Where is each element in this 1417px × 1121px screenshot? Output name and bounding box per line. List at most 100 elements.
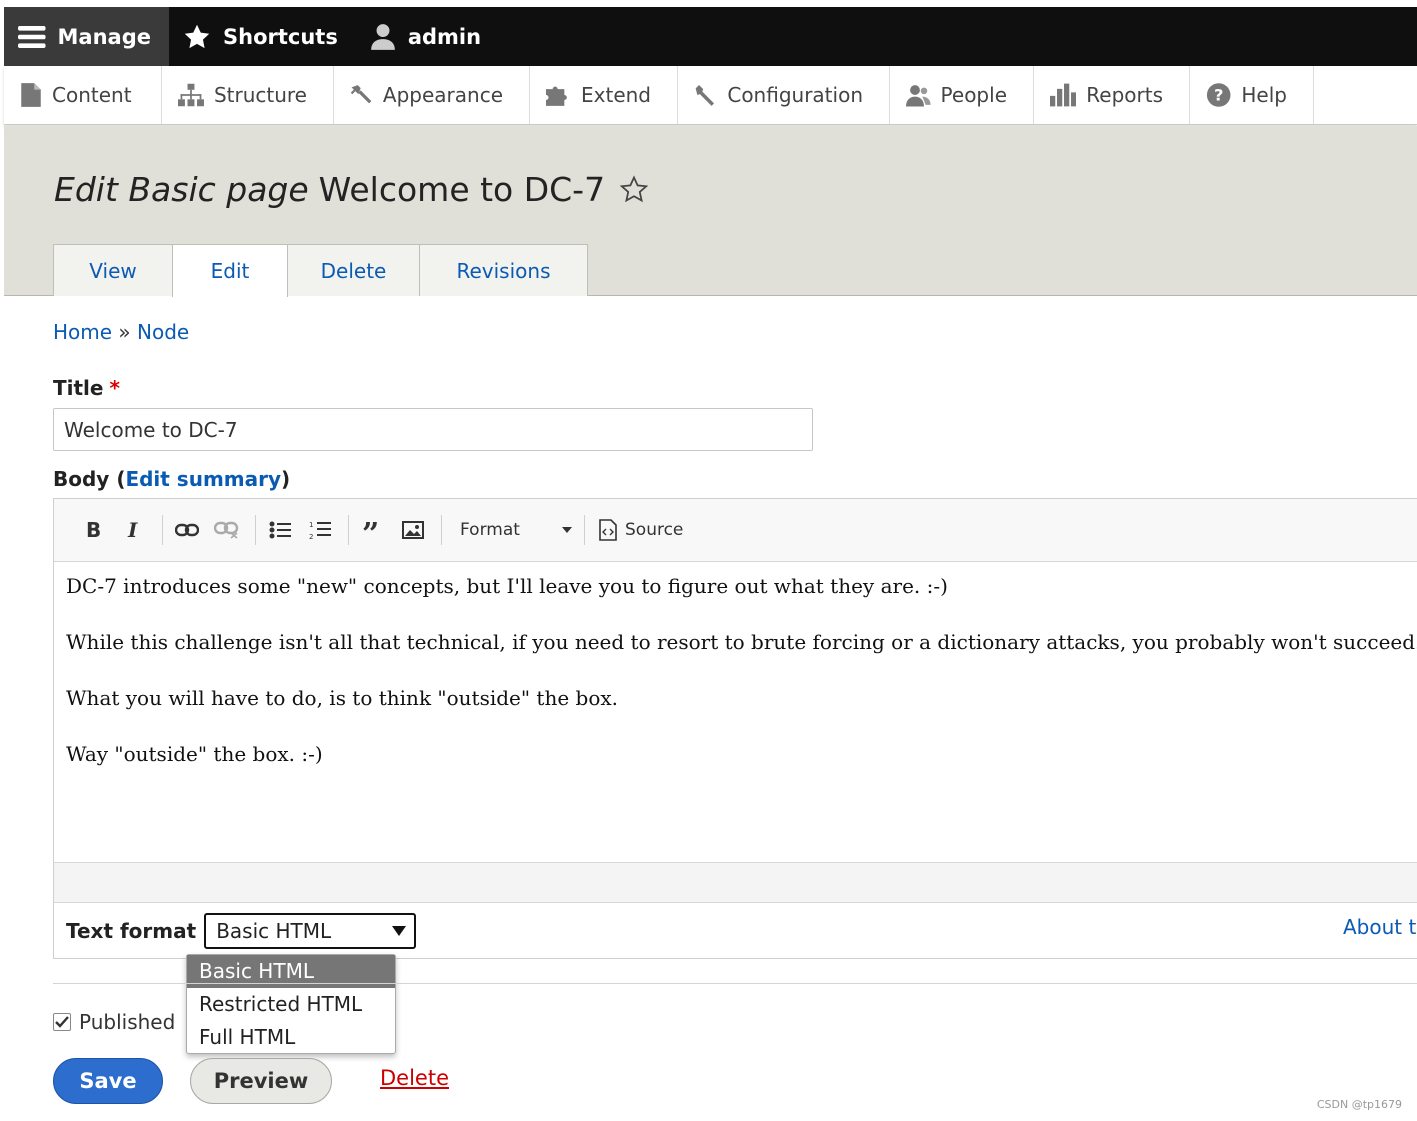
unlink-button[interactable] [209, 512, 245, 548]
text-format-select[interactable]: Basic HTML [204, 913, 417, 949]
tray-item-label: Extend [581, 83, 651, 107]
top-strip [0, 0, 1417, 7]
toolbar-separator [584, 515, 585, 545]
body-label-text: Body [53, 467, 110, 491]
source-icon [599, 519, 617, 541]
bulleted-list-icon [269, 521, 291, 539]
editor-toolbar: B I 12 ” Format [54, 499, 1417, 562]
edit-summary-link[interactable]: Edit summary [125, 467, 281, 491]
tray-item-label: Reports [1086, 83, 1163, 107]
tray-item-reports[interactable]: Reports [1034, 66, 1190, 124]
preview-button[interactable]: Preview [190, 1058, 332, 1104]
svg-text:1: 1 [309, 521, 313, 529]
source-button[interactable]: Source [599, 519, 683, 541]
star-outline-icon[interactable] [619, 174, 649, 205]
wrench-icon [695, 84, 715, 106]
numbered-list-icon: 12 [309, 521, 331, 540]
tray-item-appearance[interactable]: Appearance [334, 66, 530, 124]
body-paragraph: While this challenge isn't all that tech… [66, 630, 1417, 654]
tab-delete[interactable]: Delete [287, 244, 420, 296]
toolbar-separator [441, 515, 442, 545]
toolbar-user-label: admin [407, 24, 482, 49]
option-full-html[interactable]: Full HTML [187, 1021, 395, 1054]
help-icon: ? [1206, 83, 1231, 107]
body-paragraph: DC-7 introduces some "new" concepts, but… [66, 574, 948, 598]
bold-button[interactable]: B [76, 512, 112, 548]
breadcrumb: Home » Node [53, 320, 189, 344]
text-format-options: Basic HTML Restricted HTML Full HTML [186, 954, 396, 1054]
toolbar-manage[interactable]: Manage [4, 7, 169, 66]
hamburger-icon [18, 25, 46, 48]
tab-revisions[interactable]: Revisions [419, 244, 588, 296]
editor-content[interactable]: DC-7 introduces some "new" concepts, but… [54, 562, 1417, 862]
tray-item-label: Content [52, 83, 132, 107]
page-title-name: Welcome to DC-7 [318, 170, 606, 209]
tray-item-configuration[interactable]: Configuration [678, 66, 890, 124]
toolbar-separator [348, 515, 349, 545]
tray-item-help[interactable]: ? Help [1190, 66, 1314, 124]
numbered-list-button[interactable]: 12 [302, 512, 338, 548]
save-button[interactable]: Save [53, 1058, 163, 1104]
italic-button[interactable]: I [116, 512, 152, 548]
title-label-text: Title [53, 376, 104, 400]
text-format-value: Basic HTML [216, 919, 332, 943]
unlink-icon [214, 521, 239, 539]
bar-chart-icon [1050, 83, 1077, 107]
tray-item-label: Appearance [382, 83, 503, 107]
body-label: Body (Edit summary) [53, 467, 290, 491]
blockquote-button[interactable]: ” [355, 512, 391, 548]
page-title-type: Edit Basic page [54, 170, 309, 209]
star-icon [184, 24, 210, 48]
tray-item-structure[interactable]: Structure [162, 66, 334, 124]
published-checkbox-row: Published [53, 1010, 175, 1034]
tab-edit[interactable]: Edit [172, 244, 288, 297]
breadcrumb-separator: » [118, 320, 131, 344]
tray-item-label: Configuration [727, 83, 863, 107]
puzzle-icon [546, 86, 567, 106]
tray-item-label: Structure [213, 83, 307, 107]
paintbrush-icon [350, 85, 372, 104]
source-label: Source [625, 520, 684, 540]
toolbar-separator [162, 515, 163, 545]
published-checkbox[interactable] [53, 1013, 71, 1031]
link-icon [175, 523, 199, 537]
option-restricted-html[interactable]: Restricted HTML [187, 988, 395, 1021]
delete-link[interactable]: Delete [380, 1066, 449, 1090]
breadcrumb-node[interactable]: Node [137, 320, 189, 344]
caret-down-icon [392, 926, 407, 936]
checkmark-icon [55, 1016, 69, 1028]
toolbar-user[interactable]: admin [356, 7, 499, 66]
link-button[interactable] [169, 512, 205, 548]
format-label: Format [460, 520, 520, 540]
editor-status-bar [54, 862, 1417, 903]
body-paragraph: What you will have to do, is to think "o… [66, 686, 619, 710]
image-icon [402, 521, 424, 539]
tab-view[interactable]: View [53, 244, 173, 296]
tray-item-label: People [940, 83, 1007, 107]
svg-text:B: B [86, 520, 101, 540]
svg-text:I: I [127, 520, 138, 540]
user-icon [370, 23, 395, 50]
tray-item-people[interactable]: People [890, 66, 1034, 124]
admin-tray: Content Structure Appearance Extend Conf… [4, 66, 1417, 125]
body-paragraph: Way "outside" the box. :-) [66, 742, 323, 766]
title-input[interactable] [53, 408, 813, 451]
body-editor: B I 12 ” Format [53, 498, 1417, 959]
admin-toolbar: Manage Shortcuts admin [4, 7, 1417, 66]
breadcrumb-home[interactable]: Home [53, 320, 112, 344]
bulleted-list-button[interactable] [262, 512, 298, 548]
people-icon [906, 85, 931, 107]
svg-text:?: ? [1214, 85, 1223, 104]
divider [53, 983, 1417, 984]
toolbar-shortcuts[interactable]: Shortcuts [169, 7, 356, 66]
image-button[interactable] [395, 512, 431, 548]
format-dropdown[interactable]: Format [448, 520, 578, 540]
about-text-formats-link[interactable]: About text formats [1343, 915, 1417, 939]
quote-icon: ” [362, 522, 379, 538]
bold-icon: B [86, 520, 101, 540]
published-label: Published [79, 1010, 176, 1034]
toolbar-separator [255, 515, 256, 545]
page-title: Edit Basic page Welcome to DC-7 [54, 170, 649, 209]
tray-item-content[interactable]: Content [4, 66, 162, 124]
tray-item-extend[interactable]: Extend [530, 66, 678, 124]
